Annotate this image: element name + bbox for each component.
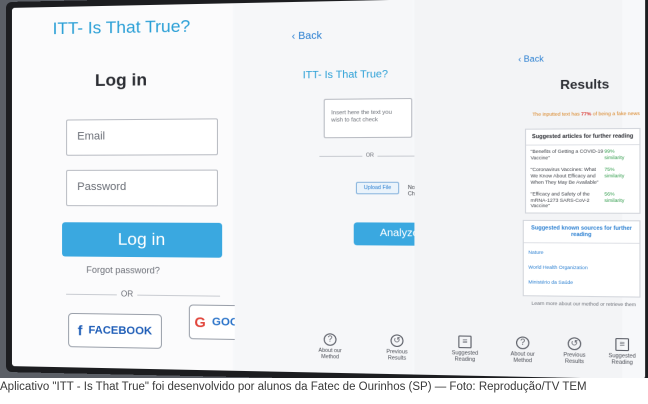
nav-item[interactable]: ? About our Method <box>503 336 543 364</box>
nav-label: Suggested Reading <box>608 352 636 367</box>
article-title: "Efficacy and Safety of the mRNA-1273 SA… <box>530 191 590 209</box>
articles-heading: Suggested articles for further reading <box>526 129 640 146</box>
chevron-left-icon: ‹ <box>291 30 296 43</box>
divider-right <box>137 294 221 297</box>
monitor-bezel: ITT- Is That True? Log in Email Password… <box>6 0 648 378</box>
login-heading: Log in <box>94 70 148 91</box>
document-icon: ≡ <box>615 338 630 352</box>
learn-more-text[interactable]: Learn more about our method or retrieve … <box>527 301 640 308</box>
history-icon: ↺ <box>390 334 404 348</box>
check-divider-right <box>377 155 417 157</box>
source-link[interactable]: Ministério da Saúde <box>524 270 640 286</box>
nav-label: About our Method <box>510 351 535 365</box>
article-score: 99% similarity <box>604 148 625 160</box>
nav-label: Previous Results <box>563 352 586 366</box>
password-field[interactable]: Password <box>66 169 218 207</box>
check-app-title: ITT- Is That True? <box>302 68 388 82</box>
document-icon: ≡ <box>458 335 472 349</box>
article-score: 56% similarity <box>604 191 625 203</box>
article-score: 75% similarity <box>604 166 625 179</box>
articles-card: Suggested articles for further reading "… <box>524 127 641 214</box>
photo: ITT- Is That True? Log in Email Password… <box>0 0 648 378</box>
google-icon: G <box>194 313 206 331</box>
divider-left <box>66 293 117 296</box>
back-link[interactable]: ‹ Back <box>292 30 322 42</box>
facebook-icon: f <box>77 322 83 339</box>
verdict-percent: 77% <box>581 111 592 117</box>
results-heading: Results <box>560 76 610 93</box>
login-button[interactable]: Log in <box>62 222 223 258</box>
facebook-label: FACEBOOK <box>88 324 153 338</box>
question-icon: ? <box>516 336 530 350</box>
nav-item[interactable]: ≡ Suggested Reading <box>602 338 643 367</box>
article-row[interactable]: "Coronavirus Vaccines: What We Know Abou… <box>526 164 639 189</box>
nav-item[interactable]: ↺ Previous Results <box>554 337 595 365</box>
email-field[interactable]: Email <box>66 118 218 156</box>
source-link[interactable]: World Health Organization <box>524 255 640 271</box>
results-back-link[interactable]: ‹ Back <box>518 54 543 64</box>
check-or-separator: OR <box>365 152 374 159</box>
source-link[interactable]: Nature <box>524 243 640 256</box>
question-icon: ? <box>323 333 337 346</box>
article-title: "Benefits of Getting a COVID-19 Vaccine" <box>530 148 604 161</box>
login-panel: ITT- Is That True? Log in Email Password… <box>11 3 269 371</box>
results-back-label: Back <box>523 54 544 64</box>
nav-item[interactable]: ↺ Previous Results <box>377 334 416 362</box>
history-icon: ↺ <box>567 337 582 351</box>
verdict-prefix: The inputted text has <box>532 111 580 117</box>
bottom-nav: ? About our Method ↺ Previous Results ≡ … <box>311 310 643 378</box>
nav-label: Suggested Reading <box>451 350 479 364</box>
sources-heading: Suggested known sources for further read… <box>523 220 640 244</box>
upload-file-button[interactable]: Upload File <box>355 181 400 195</box>
sources-card: Suggested known sources for further read… <box>522 219 641 298</box>
monitor-screen: ITT- Is That True? Log in Email Password… <box>11 0 646 378</box>
or-separator: OR <box>120 289 134 299</box>
fact-check-textarea[interactable]: Insert here the text you wish to fact ch… <box>323 97 413 139</box>
results-chevron-left-icon: ‹ <box>518 54 522 65</box>
article-title: "Coronavirus Vaccines: What We Know Abou… <box>530 166 599 185</box>
nav-label: Previous Results <box>386 348 408 362</box>
app-title: ITT- Is That True? <box>52 16 191 39</box>
article-row[interactable]: "Benefits of Getting a COVID-19 Vaccine"… <box>526 145 639 164</box>
nav-item[interactable]: ? About our Method <box>311 333 350 361</box>
nav-item[interactable]: ≡ Suggested Reading <box>445 335 485 363</box>
verdict-suffix: of being a fake news <box>592 110 640 117</box>
check-divider-left <box>319 155 363 157</box>
back-label: Back <box>298 30 322 43</box>
nav-label: About our Method <box>318 347 342 361</box>
photo-caption: Aplicativo "ITT - Is That True" foi dese… <box>0 381 587 393</box>
verdict-text: The inputted text has 77% of being a fak… <box>529 111 642 117</box>
forgot-password-link[interactable]: Forgot password? <box>12 264 237 276</box>
article-row[interactable]: "Efficacy and Safety of the mRNA-1273 SA… <box>526 188 639 213</box>
facebook-button[interactable]: f FACEBOOK <box>68 312 162 349</box>
